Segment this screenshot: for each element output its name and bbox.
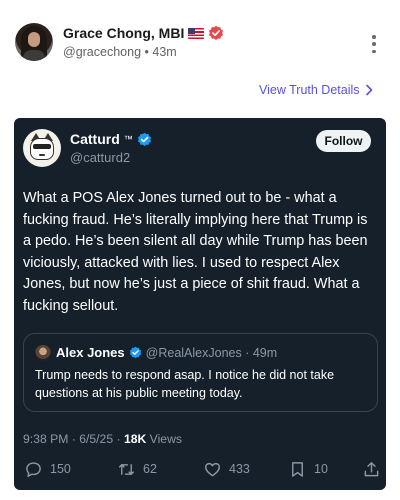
quoted-tweet[interactable]: Alex Jones @RealAlexJones · 49m Trump ne… — [23, 333, 378, 412]
author-handle-line: @gracechong • 43m — [63, 45, 177, 59]
like-icon — [204, 462, 221, 476]
embedded-tweet-card[interactable]: Catturd ™ @catturd2 Follow What a POS Al… — [14, 118, 386, 490]
tweet-author-name[interactable]: Catturd — [70, 131, 120, 147]
verified-icon — [137, 132, 151, 146]
quoted-author-name: Alex Jones — [56, 345, 125, 360]
share-button[interactable] — [363, 458, 380, 480]
share-icon — [364, 461, 379, 476]
views-label: Views — [146, 432, 182, 446]
trademark-symbol: ™ — [123, 134, 133, 144]
reply-count: 150 — [50, 462, 71, 476]
tweet-author-row: Catturd ™ — [70, 131, 152, 147]
author-handle[interactable]: @gracechong — [63, 45, 141, 59]
verified-badge-icon — [209, 25, 224, 40]
tweet-timestamp: 9:38 PM · 6/5/25 · — [23, 432, 124, 446]
quoted-meta: @RealAlexJones · 49m — [145, 345, 278, 360]
chevron-right-icon — [365, 84, 372, 96]
quoted-avatar — [35, 345, 51, 361]
follow-button[interactable]: Follow — [316, 130, 371, 152]
quoted-text: Trump needs to respond asap. I notice he… — [35, 368, 335, 400]
more-vertical-icon[interactable] — [368, 35, 380, 53]
post-time[interactable]: 43m — [152, 45, 176, 59]
tweet-actions: 150 62 433 10 — [23, 458, 381, 480]
bookmark-icon — [292, 461, 303, 477]
repost-count: 62 — [143, 462, 157, 476]
view-details-label: View Truth Details — [259, 83, 360, 97]
handle-separator: • — [144, 45, 149, 59]
reply-icon — [26, 461, 41, 477]
verified-icon — [129, 346, 141, 359]
tweet-avatar[interactable] — [23, 129, 61, 167]
like-count: 433 — [229, 462, 250, 476]
tweet-author-handle[interactable]: @catturd2 — [70, 150, 130, 165]
like-button[interactable]: 433 — [204, 458, 250, 480]
repost-button[interactable]: 62 — [118, 458, 157, 480]
tweet-text: What a POS Alex Jones turned out to be -… — [23, 190, 368, 314]
avatar[interactable] — [15, 23, 53, 61]
view-details-link[interactable]: View Truth Details — [259, 82, 374, 98]
quoted-header: Alex Jones @RealAlexJones · 49m — [56, 345, 277, 360]
author-name-row: Grace Chong, MBI — [63, 25, 224, 41]
tweet-timestamp-row: 9:38 PM · 6/5/25 · 18K Views — [23, 432, 182, 446]
reply-button[interactable]: 150 — [25, 458, 71, 480]
views-count: 18K — [123, 432, 147, 446]
bookmark-button[interactable]: 10 — [289, 458, 328, 480]
post-header: Grace Chong, MBI @gracechong • 43m — [0, 0, 400, 72]
repost-icon — [118, 463, 135, 475]
bookmark-count: 10 — [314, 462, 328, 476]
author-name[interactable]: Grace Chong, MBI — [63, 25, 184, 41]
us-flag-icon — [188, 27, 205, 39]
